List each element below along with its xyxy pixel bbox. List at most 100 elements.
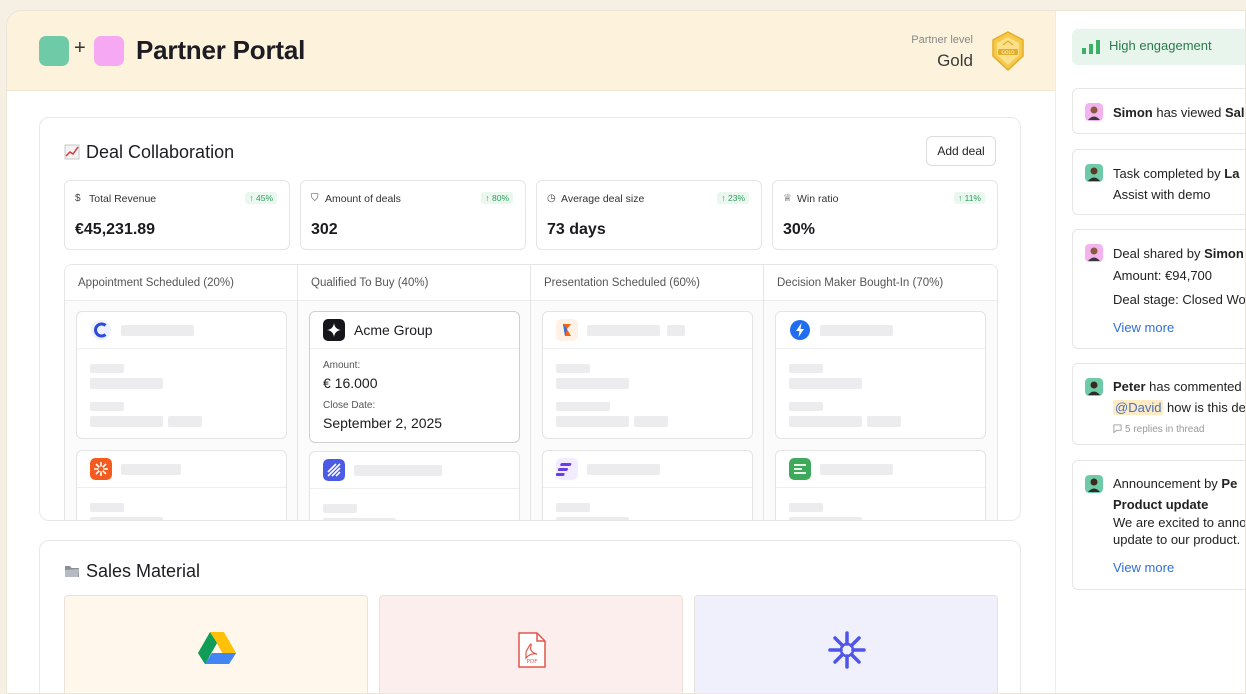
material-pdf[interactable]: PDF (379, 595, 683, 693)
placeholder-bar (90, 416, 163, 427)
stage-title: Presentation Scheduled (60%) (544, 277, 700, 289)
deal-card-header (77, 451, 286, 488)
material-google-drive[interactable] (64, 595, 368, 693)
stat-delta: ↑ 45% (245, 192, 277, 204)
deal-card[interactable] (775, 311, 986, 439)
placeholder-bar (556, 364, 590, 373)
avatar (1085, 244, 1103, 262)
stage-header: Qualified To Buy (40%) (298, 265, 530, 301)
activity-text: Simon has viewed Sal (1113, 105, 1245, 120)
announcement-body-line: update to our product. (1113, 532, 1241, 547)
engagement-label: High engagement (1109, 38, 1212, 53)
pdf-file-icon: PDF (518, 632, 546, 668)
pipeline-stage-decision-maker-bought-in: Decision Maker Bought-In (70%) (764, 265, 997, 520)
slanted-bars-logo-icon (556, 458, 578, 480)
brand-logo-right (94, 36, 124, 66)
dollar-icon: $ (75, 193, 81, 204)
pipeline-stage-qualified-to-buy: Qualified To Buy (40%) Acme Group Amount… (298, 265, 531, 520)
stat-delta: ↑ 80% (481, 192, 513, 204)
activity-user-name: Peter (1113, 379, 1146, 394)
placeholder-bar (789, 416, 862, 427)
partner-level-label: Partner level (911, 34, 973, 46)
activity-action: has commented (1145, 379, 1242, 394)
view-more-link[interactable]: View more (1113, 560, 1174, 575)
deal-card[interactable] (542, 311, 753, 439)
stat-value: 302 (311, 221, 338, 238)
stat-label: Average deal size (561, 193, 645, 205)
activity-target: Sal (1225, 105, 1245, 120)
deal-card[interactable] (76, 311, 287, 439)
brand-logo-left (39, 36, 69, 66)
placeholder-bar (323, 504, 357, 513)
pdf-label: PDF (527, 659, 538, 665)
deal-card[interactable] (542, 450, 753, 520)
activity-item-task[interactable]: Task completed by La Assist with demo (1072, 149, 1245, 215)
badge-text: GOLD (1001, 50, 1015, 56)
avatar (1085, 164, 1103, 182)
asterisk-logo-icon (828, 631, 866, 669)
stat-card-average-deal-size: ◷ Average deal size ↑ 23% 73 days (536, 180, 762, 250)
comment-text: @David how is this dea (1113, 400, 1245, 415)
material-asterisk[interactable] (694, 595, 998, 693)
placeholder-bar (587, 325, 660, 336)
company-logo-icon (556, 319, 578, 341)
activity-action: Task completed by (1113, 166, 1225, 181)
partner-level-value: Gold (937, 51, 973, 70)
stat-card-amount-of-deals: ⛉ Amount of deals ↑ 80% 302 (300, 180, 526, 250)
folder-icon (65, 566, 79, 577)
activity-item-comment[interactable]: Peter has commented @David how is this d… (1072, 363, 1245, 445)
sunburst-logo-icon (90, 458, 112, 480)
stage-title: Decision Maker Bought-In (70%) (777, 277, 944, 289)
activity-deal-stage: Deal stage: Closed Wo (1113, 292, 1246, 307)
placeholder-bar (121, 464, 181, 475)
deal-company-name: Acme Group (354, 322, 433, 338)
deal-collaboration-card: Deal Collaboration Add deal $ Total Reve… (39, 117, 1021, 521)
placeholder-bar (789, 364, 823, 373)
deal-card-header (543, 312, 752, 349)
stat-label: Amount of deals (325, 193, 401, 205)
lightning-logo-icon (790, 320, 810, 340)
stage-header: Presentation Scheduled (60%) (531, 265, 763, 301)
activity-text: Task completed by La (1113, 166, 1239, 181)
announcement-heading: Product update (1113, 497, 1209, 512)
sales-material-heading: Sales Material (64, 561, 200, 582)
logo-plus-sign: + (74, 37, 86, 59)
deal-card-header (310, 452, 519, 489)
pipeline-stage-presentation-scheduled: Presentation Scheduled (60%) (531, 265, 764, 520)
deal-card-header (543, 451, 752, 488)
activity-item-deal-shared[interactable]: Deal shared by Simon Amount: €94,700 Dea… (1072, 229, 1246, 349)
chart-increasing-icon (64, 144, 80, 160)
placeholder-bar (556, 378, 629, 389)
activity-action: Deal shared by (1113, 246, 1205, 261)
deal-card-acme-group[interactable]: Acme Group Amount: € 16.000 Close Date: … (309, 311, 520, 443)
deal-card-header (77, 312, 286, 349)
stat-value: 30% (783, 221, 816, 238)
green-lines-logo-icon (789, 458, 811, 480)
company-logo-icon (91, 320, 111, 340)
close-date-label: Close Date: (323, 400, 376, 411)
stat-delta: ↑ 23% (717, 192, 749, 204)
stage-title: Appointment Scheduled (20%) (78, 277, 234, 289)
activity-item-announcement[interactable]: Announcement by Pe Product update We are… (1072, 460, 1246, 590)
activity-action: Announcement by (1113, 476, 1222, 491)
page-header: + Partner Portal Partner level Gold GOLD (7, 11, 1055, 91)
announcement-body-line: We are excited to anno (1113, 515, 1246, 530)
sparkle-logo-icon (323, 319, 345, 341)
sales-material-card: Sales Material PDF (39, 540, 1021, 693)
deal-card[interactable] (309, 451, 520, 520)
deal-card[interactable] (76, 450, 287, 520)
view-more-link[interactable]: View more (1113, 320, 1174, 335)
activity-user-name: Simon (1204, 246, 1244, 261)
deal-collaboration-heading: Deal Collaboration (64, 142, 234, 163)
mention-tag[interactable]: @David (1113, 400, 1164, 415)
deal-card[interactable] (775, 450, 986, 520)
placeholder-bar (556, 402, 610, 411)
add-deal-button[interactable]: Add deal (926, 136, 996, 166)
deal-collaboration-title: Deal Collaboration (86, 142, 235, 162)
activity-action: has viewed (1152, 105, 1225, 120)
placeholder-bar (556, 517, 629, 520)
reply-count[interactable]: 5 replies in thread (1113, 424, 1205, 435)
activity-item-view[interactable]: Simon has viewed Sal (1072, 88, 1245, 134)
placeholder-bar (354, 465, 442, 476)
placeholder-bar (90, 402, 124, 411)
